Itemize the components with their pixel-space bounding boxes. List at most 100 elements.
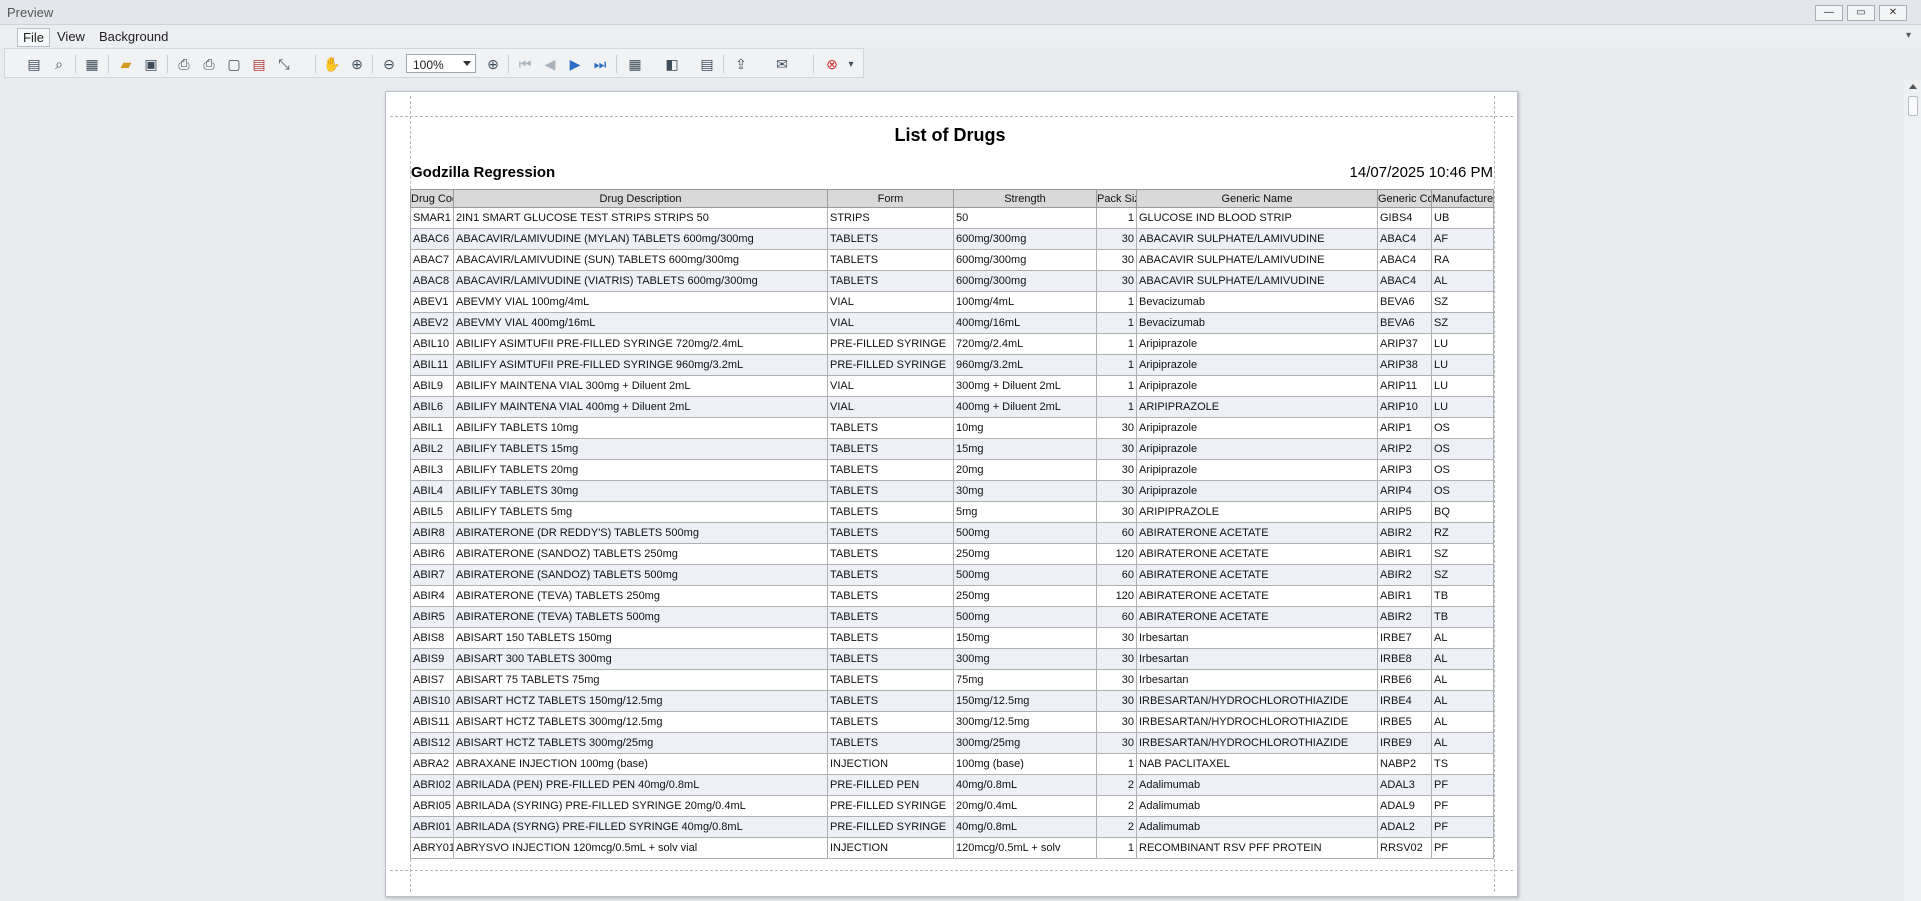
- watermark-icon[interactable]: ▤: [698, 55, 716, 73]
- previous-page-icon[interactable]: ◀: [541, 55, 559, 73]
- table-cell: Aripiprazole: [1136, 333, 1378, 355]
- table-cell: 1: [1096, 375, 1137, 397]
- table-cell: ABIRATERONE ACETATE: [1136, 564, 1378, 586]
- minimize-button[interactable]: —: [1815, 5, 1843, 21]
- table-cell: ABIRATERONE ACETATE: [1136, 522, 1378, 544]
- email-icon[interactable]: ✉: [773, 55, 791, 73]
- restore-button[interactable]: ▭: [1847, 5, 1875, 21]
- table-cell: AF: [1431, 228, 1494, 250]
- print-icon[interactable]: ⎙: [175, 55, 193, 73]
- last-page-icon[interactable]: ⏭: [591, 55, 609, 73]
- zoom-in-icon[interactable]: ⊕: [484, 55, 502, 73]
- table-row: ABAC6 ABACAVIR/LAMIVUDINE (MYLAN) TABLETS…: [410, 228, 1494, 250]
- vertical-scrollbar[interactable]: [1904, 80, 1921, 901]
- table-cell: 600mg/300mg: [953, 228, 1097, 250]
- table-cell: 600mg/300mg: [953, 270, 1097, 292]
- table-cell: 30: [1096, 228, 1137, 250]
- table-cell: TABLETS: [827, 690, 954, 712]
- table-row: ABIR6 ABIRATERONE (SANDOZ) TABLETS 250mg T…: [410, 543, 1494, 565]
- menu-file[interactable]: File: [17, 28, 50, 47]
- table-cell: AL: [1431, 732, 1494, 754]
- table-cell: ABEV2: [410, 312, 454, 334]
- customize-icon[interactable]: ▦: [83, 55, 101, 73]
- table-cell: STRIPS: [827, 207, 954, 229]
- table-row: ABIR5 ABIRATERONE (TEVA) TABLETS 500mg TAB…: [410, 606, 1494, 628]
- table-cell: ABILIFY MAINTENA VIAL 300mg + Diluent 2m…: [453, 375, 828, 397]
- table-cell: ARIP11: [1377, 375, 1432, 397]
- open-icon[interactable]: ▰: [117, 55, 135, 73]
- table-cell: PRE-FILLED SYRINGE: [827, 333, 954, 355]
- header-footer-icon[interactable]: ▤: [250, 55, 268, 73]
- table-cell: ABIS8: [410, 627, 454, 649]
- close-window-button[interactable]: ✕: [1879, 5, 1907, 21]
- table-cell: SMAR1: [410, 207, 454, 229]
- table-cell: Aripiprazole: [1136, 417, 1378, 439]
- table-row: ABRI02 ABRILADA (PEN) PRE-FILLED PEN 40mg…: [410, 774, 1494, 796]
- table-cell: ABACAVIR SULPHATE/LAMIVUDINE: [1136, 228, 1378, 250]
- table-cell: TB: [1431, 585, 1494, 607]
- table-cell: ABACAVIR SULPHATE/LAMIVUDINE: [1136, 270, 1378, 292]
- table-row: ABIR7 ABIRATERONE (SANDOZ) TABLETS 500mg T…: [410, 564, 1494, 586]
- table-cell: 30: [1096, 627, 1137, 649]
- column-header: Drug Description: [453, 189, 828, 208]
- save-icon[interactable]: ▣: [142, 55, 160, 73]
- hand-tool-icon[interactable]: ✋: [323, 55, 341, 73]
- table-body: SMAR1 2IN1 SMART GLUCOSE TEST STRIPS STRI…: [410, 207, 1494, 859]
- table-cell: ABILIFY TABLETS 10mg: [453, 417, 828, 439]
- table-cell: BQ: [1431, 501, 1494, 523]
- table-cell: 50: [953, 207, 1097, 229]
- document-map-icon[interactable]: ▤: [25, 55, 43, 73]
- export-icon[interactable]: ⇪: [732, 55, 750, 73]
- table-cell: TABLETS: [827, 564, 954, 586]
- page-setup-icon[interactable]: ▢: [225, 55, 243, 73]
- menu-view[interactable]: View: [52, 28, 90, 45]
- scale-icon[interactable]: ⤡: [275, 55, 293, 73]
- table-cell: ABIRATERONE ACETATE: [1136, 606, 1378, 628]
- table-cell: 40mg/0.8mL: [953, 774, 1097, 796]
- toolbar-options-icon[interactable]: ▾: [845, 55, 857, 73]
- scroll-thumb[interactable]: [1908, 96, 1918, 116]
- table-cell: Adalimumab: [1136, 816, 1378, 838]
- table-cell: ABIRATERONE (TEVA) TABLETS 500mg: [453, 606, 828, 628]
- menu-background[interactable]: Background: [94, 28, 173, 45]
- table-cell: SZ: [1431, 564, 1494, 586]
- table-cell: ABACAVIR/LAMIVUDINE (MYLAN) TABLETS 600m…: [453, 228, 828, 250]
- table-cell: LU: [1431, 354, 1494, 376]
- table-cell: UB: [1431, 207, 1494, 229]
- close-preview-icon[interactable]: ⊗: [823, 55, 841, 73]
- report-datetime: 14/07/2025 10:46 PM: [1349, 164, 1493, 181]
- table-cell: 1: [1096, 396, 1137, 418]
- first-page-icon[interactable]: ⏮: [516, 55, 534, 73]
- table-cell: TABLETS: [827, 501, 954, 523]
- column-header: Strength: [953, 189, 1097, 208]
- scroll-up-icon[interactable]: [1909, 84, 1917, 89]
- table-row: ABIL1 ABILIFY TABLETS 10mg TABLETS 10mg 30 Ar…: [410, 417, 1494, 439]
- table-cell: ABISART 300 TABLETS 300mg: [453, 648, 828, 670]
- magnifier-icon[interactable]: ⊕: [348, 55, 366, 73]
- table-cell: ABIS12: [410, 732, 454, 754]
- find-icon[interactable]: ⌕: [50, 55, 68, 73]
- table-cell: AL: [1431, 690, 1494, 712]
- table-cell: ARIPIPRAZOLE: [1136, 396, 1378, 418]
- table-cell: ABEVMY VIAL 400mg/16mL: [453, 312, 828, 334]
- table-cell: 400mg/16mL: [953, 312, 1097, 334]
- table-cell: TABLETS: [827, 648, 954, 670]
- table-cell: LU: [1431, 333, 1494, 355]
- table-cell: Aripiprazole: [1136, 438, 1378, 460]
- page-color-icon[interactable]: ◧: [663, 55, 681, 73]
- quick-print-icon[interactable]: ⎙: [200, 55, 218, 73]
- table-cell: 60: [1096, 522, 1137, 544]
- zoom-out-icon[interactable]: ⊖: [380, 55, 398, 73]
- table-cell: AL: [1431, 669, 1494, 691]
- multiple-pages-icon[interactable]: ▦: [626, 55, 644, 73]
- table-row: ABRA2 ABRAXANE INJECTION 100mg (base) INJE…: [410, 753, 1494, 775]
- table-cell: 2: [1096, 774, 1137, 796]
- table-cell: ABIL10: [410, 333, 454, 355]
- menu-expand-icon[interactable]: ▾: [1906, 30, 1911, 41]
- table-cell: Bevacizumab: [1136, 312, 1378, 334]
- table-cell: INJECTION: [827, 837, 954, 859]
- next-page-icon[interactable]: ▶: [566, 55, 584, 73]
- table-cell: Bevacizumab: [1136, 291, 1378, 313]
- table-cell: PRE-FILLED SYRINGE: [827, 795, 954, 817]
- zoom-select[interactable]: 100%: [406, 54, 476, 73]
